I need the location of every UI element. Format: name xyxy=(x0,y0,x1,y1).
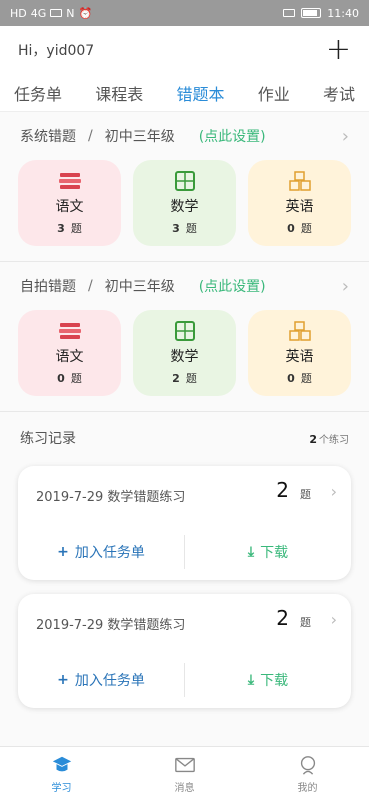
subject-count: 0 xyxy=(287,371,295,385)
wifi-icon xyxy=(50,9,63,17)
practice-record-card[interactable]: 2019-7-29 数学错题练习 2 题 › + 加入任务单 ⤓ 下载 xyxy=(18,466,351,580)
profile-icon xyxy=(300,755,315,775)
app-header: Hi，yid007 + xyxy=(0,26,369,74)
signal-icon: 4G xyxy=(30,6,47,20)
nav-messages[interactable]: 消息 xyxy=(123,747,246,800)
add-to-tasks-button[interactable]: + 加入任务单 xyxy=(18,542,184,562)
tab-schedule[interactable]: 课程表 xyxy=(95,81,143,105)
subject-count: 3 xyxy=(172,221,180,235)
divider xyxy=(0,411,369,412)
subject-card-chinese[interactable]: 语文 3题 xyxy=(18,160,121,246)
chevron-right-icon[interactable]: › xyxy=(342,276,349,297)
subject-name: 英语 xyxy=(285,348,314,365)
subject-unit: 题 xyxy=(70,221,82,235)
system-mistakes-header[interactable]: 系统错题 / 初中三年级 (点此设置) › xyxy=(0,118,369,154)
subject-card-english[interactable]: 英语 0题 xyxy=(248,310,351,396)
top-tabs: 任务单 课程表 错题本 作业 考试 xyxy=(0,74,369,112)
tab-exams[interactable]: 考试 xyxy=(323,81,355,105)
divider xyxy=(0,261,369,262)
books-icon xyxy=(58,172,81,189)
subject-card-math[interactable]: 数学 2题 xyxy=(133,310,236,396)
message-icon xyxy=(174,757,195,772)
separator: / xyxy=(88,128,93,144)
grade-label: 初中三年级 xyxy=(104,279,175,295)
subject-name: 数学 xyxy=(170,348,199,365)
chevron-right-icon[interactable]: › xyxy=(331,610,337,629)
selfie-mistakes-header[interactable]: 自拍错题 / 初中三年级 (点此设置) › xyxy=(0,268,369,304)
subject-unit: 题 xyxy=(300,371,312,385)
subject-name: 语文 xyxy=(55,198,84,215)
subject-name: 数学 xyxy=(170,198,199,215)
download-icon: ⤓ xyxy=(247,672,255,688)
hd-icon: HD xyxy=(10,6,27,20)
section-title: 系统错题 xyxy=(20,129,76,145)
record-question-count: 2 xyxy=(276,478,289,502)
grade-label: 初中三年级 xyxy=(104,129,175,145)
subject-unit: 题 xyxy=(185,221,197,235)
calculator-icon xyxy=(174,320,195,341)
nfc-icon: N xyxy=(66,6,75,20)
record-title: 2019-7-29 数学错题练习 xyxy=(36,490,186,505)
plus-icon: + xyxy=(57,672,69,688)
books-icon xyxy=(58,322,81,339)
download-button[interactable]: ⤓ 下载 xyxy=(185,670,351,690)
bottom-nav: 学习 消息 我的 xyxy=(0,746,369,800)
add-button[interactable]: + xyxy=(326,35,351,65)
subject-count: 3 xyxy=(57,221,65,235)
record-title: 2019-7-29 数学错题练习 xyxy=(36,618,186,633)
subject-unit: 题 xyxy=(185,371,197,385)
tab-mistakes[interactable]: 错题本 xyxy=(176,81,224,105)
tab-tasks[interactable]: 任务单 xyxy=(14,81,62,105)
study-icon xyxy=(52,756,71,771)
chevron-right-icon[interactable]: › xyxy=(331,482,337,501)
chevron-right-icon[interactable]: › xyxy=(342,126,349,147)
settings-link[interactable]: (点此设置) xyxy=(199,126,266,146)
subject-count: 2 xyxy=(172,371,180,385)
selfie-subjects: 语文 0题 数学 2题 英语 0题 xyxy=(0,310,369,396)
subject-count: 0 xyxy=(287,221,295,235)
clock: 11:40 xyxy=(327,6,359,20)
record-question-count: 2 xyxy=(276,606,289,630)
add-to-tasks-button[interactable]: + 加入任务单 xyxy=(18,670,184,690)
subject-unit: 题 xyxy=(70,371,82,385)
download-icon: ⤓ xyxy=(247,544,255,560)
battery-icon xyxy=(301,8,322,18)
system-subjects: 语文 3题 数学 3题 英语 0题 xyxy=(0,160,369,246)
abc-blocks-icon xyxy=(288,170,311,191)
practice-title: 练习记录 xyxy=(20,431,76,447)
vibrate-icon xyxy=(283,9,296,17)
settings-link[interactable]: (点此设置) xyxy=(199,276,266,296)
download-button[interactable]: ⤓ 下载 xyxy=(185,542,351,562)
subject-card-chinese[interactable]: 语文 0题 xyxy=(18,310,121,396)
plus-icon: + xyxy=(57,544,69,560)
record-unit: 题 xyxy=(300,616,311,629)
subject-name: 语文 xyxy=(55,348,84,365)
separator: / xyxy=(88,278,93,294)
calculator-icon xyxy=(174,170,195,191)
subject-count: 0 xyxy=(57,371,65,385)
record-unit: 题 xyxy=(300,488,311,501)
practice-records-header: 练习记录 2 个练习 xyxy=(0,418,369,458)
alarm-icon: ⏰ xyxy=(78,6,93,20)
subject-unit: 题 xyxy=(300,221,312,235)
greeting: Hi，yid007 xyxy=(18,43,95,59)
subject-card-math[interactable]: 数学 3题 xyxy=(133,160,236,246)
practice-record-card[interactable]: 2019-7-29 数学错题练习 2 题 › + 加入任务单 ⤓ 下载 xyxy=(18,594,351,708)
nav-study[interactable]: 学习 xyxy=(0,747,123,800)
practice-count: 2 个练习 xyxy=(309,432,349,446)
tab-homework[interactable]: 作业 xyxy=(258,81,290,105)
nav-profile[interactable]: 我的 xyxy=(246,747,369,800)
section-title: 自拍错题 xyxy=(20,279,76,295)
status-bar: HD 4G N ⏰ 11:40 xyxy=(0,0,369,26)
abc-blocks-icon xyxy=(288,320,311,341)
subject-name: 英语 xyxy=(285,198,314,215)
subject-card-english[interactable]: 英语 0题 xyxy=(248,160,351,246)
